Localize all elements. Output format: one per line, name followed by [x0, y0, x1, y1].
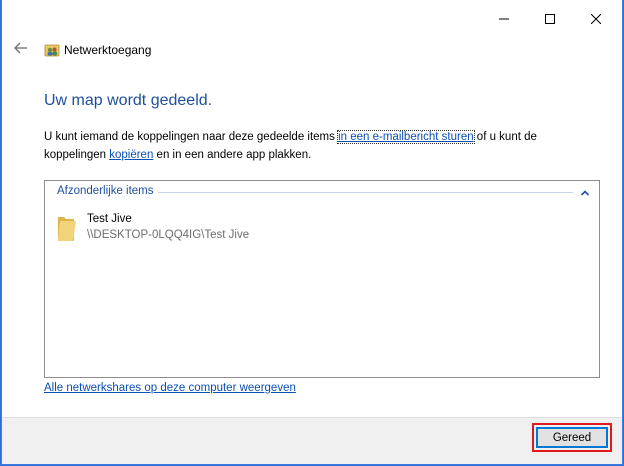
title-bar [2, 0, 622, 38]
description-part-3: en in een andere app plakken. [153, 149, 312, 161]
item-name: Test Jive [87, 213, 132, 225]
network-sharing-icon [44, 42, 60, 58]
page-heading: Uw map wordt gedeeld. [44, 92, 213, 109]
close-button[interactable] [573, 0, 619, 38]
highlight-box [532, 423, 612, 452]
back-button[interactable] [12, 41, 30, 59]
network-access-window: Netwerktoegang Uw map wordt gedeeld. U k… [1, 0, 623, 465]
copy-link[interactable]: kopiëren [109, 149, 153, 161]
window-title: Netwerktoegang [64, 43, 152, 57]
group-header[interactable]: Afzonderlijke items [57, 185, 158, 197]
shared-items-list[interactable]: Afzonderlijke items Test Jive \\DESKTOP-… [44, 180, 600, 378]
email-link[interactable]: in een e-mailbericht sturen [337, 130, 475, 144]
show-all-shares-link[interactable]: Alle netwerkshares op deze computer weer… [44, 382, 296, 394]
minimize-icon [499, 14, 509, 24]
list-item[interactable]: Test Jive \\DESKTOP-0LQQ4IG\Test Jive [55, 213, 355, 247]
footer-bar [2, 417, 622, 464]
chevron-up-icon[interactable] [579, 186, 591, 198]
description-part-1: U kunt iemand de koppelingen naar deze g… [44, 131, 339, 143]
minimize-button[interactable] [481, 0, 527, 38]
close-icon [591, 14, 601, 24]
maximize-icon [545, 14, 555, 24]
back-arrow-icon [14, 41, 28, 59]
item-path: \\DESKTOP-0LQQ4IG\Test Jive [87, 229, 250, 241]
description-text: U kunt iemand de koppelingen naar deze g… [44, 128, 574, 164]
maximize-button[interactable] [527, 0, 573, 38]
folder-icon [55, 213, 77, 243]
